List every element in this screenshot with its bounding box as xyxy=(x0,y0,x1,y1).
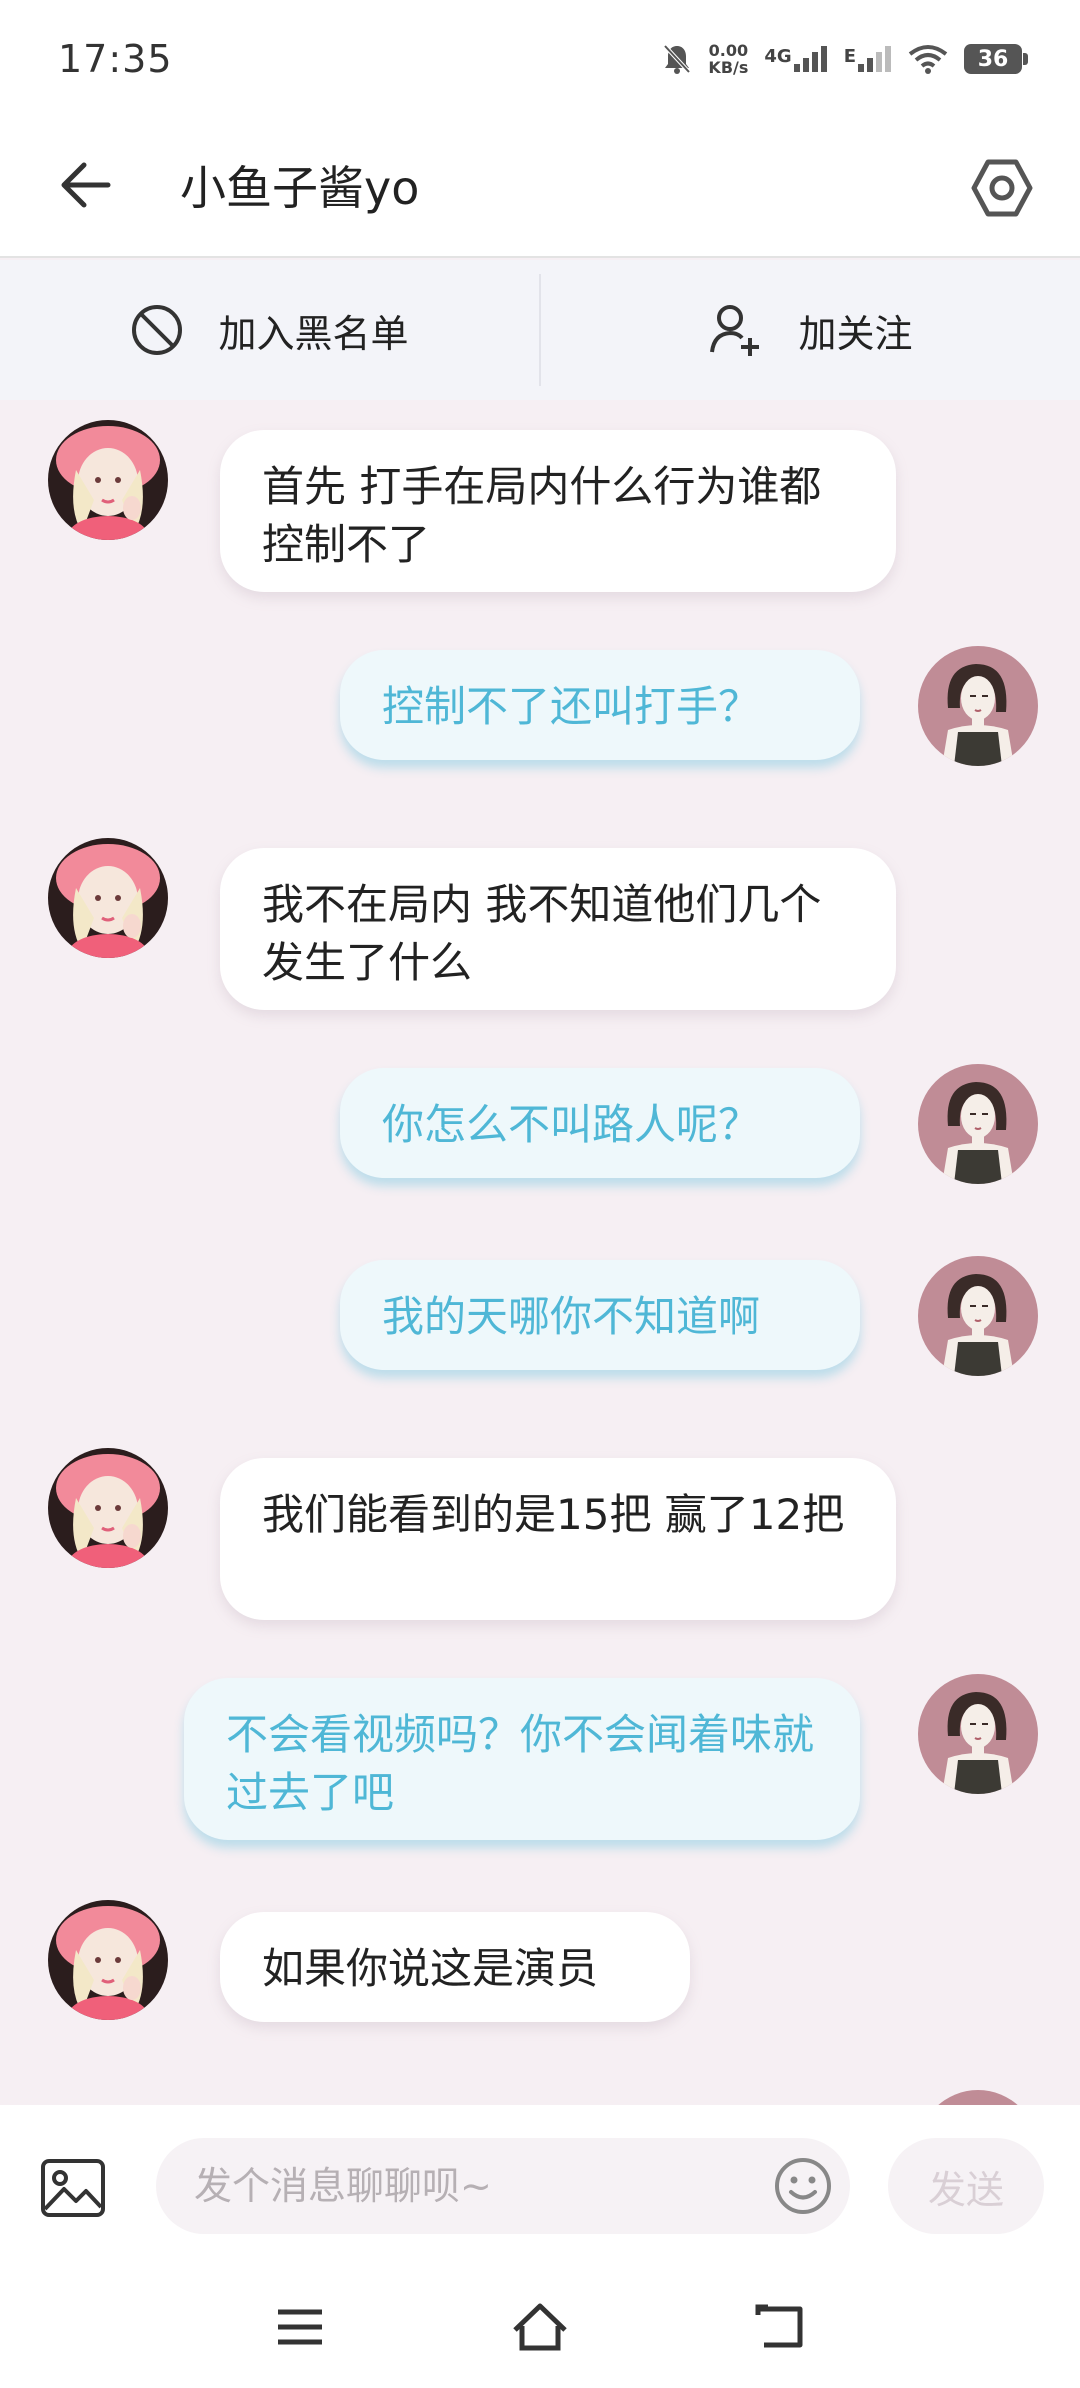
incoming-message[interactable]: 我们能看到的是15把 赢了12把 xyxy=(220,1458,896,1620)
nav-home-button[interactable] xyxy=(505,2297,575,2357)
back-button[interactable] xyxy=(50,150,120,220)
action-bar: 加入黑名单 加关注 xyxy=(0,260,1080,400)
user-avatar[interactable] xyxy=(918,1064,1038,1184)
chat-header: 小鱼子酱yo xyxy=(0,118,1080,258)
nav-back-button[interactable] xyxy=(745,2297,815,2357)
contact-avatar[interactable] xyxy=(48,1900,168,2020)
mute-bell-icon xyxy=(662,43,692,75)
net-speed: 0.00 KB/s xyxy=(708,42,748,76)
chat-screen: 17:35 0.00 KB/s 4G E 36 小鱼子酱yo 加入黑名单 加关注… xyxy=(0,0,1080,2388)
menu-icon xyxy=(278,2309,322,2345)
battery-icon: 36 xyxy=(964,44,1028,74)
status-icons: 0.00 KB/s 4G E 36 xyxy=(662,42,1028,76)
outgoing-message[interactable]: 控制不了还叫打手？ xyxy=(340,650,860,760)
contact-avatar[interactable] xyxy=(48,420,168,540)
home-icon xyxy=(513,2303,567,2351)
signal-e-label: E xyxy=(843,46,856,67)
emoji-button[interactable] xyxy=(772,2155,834,2217)
arrow-left-icon xyxy=(61,162,111,208)
image-icon xyxy=(41,2159,105,2217)
contact-avatar[interactable] xyxy=(48,1448,168,1568)
hexagon-settings-icon xyxy=(971,159,1033,217)
blacklist-label: 加入黑名单 xyxy=(218,311,409,356)
signal-4g-icon: 4G xyxy=(764,46,827,72)
user-avatar[interactable] xyxy=(918,2090,1038,2105)
image-button[interactable] xyxy=(38,2153,108,2223)
follow-label: 加关注 xyxy=(798,311,913,356)
block-icon xyxy=(132,305,183,355)
signal-e-icon: E xyxy=(844,46,892,72)
outgoing-message[interactable]: 我的天哪你不知道啊 xyxy=(340,1260,860,1370)
add-user-icon xyxy=(710,305,760,356)
settings-button[interactable] xyxy=(962,148,1042,228)
status-bar: 17:35 0.00 KB/s 4G E 36 xyxy=(0,0,1080,118)
incoming-message[interactable]: 我不在局内 我不知道他们几个发生了什么 xyxy=(220,848,896,1010)
incoming-message[interactable]: 首先 打手在局内什么行为谁都控制不了 xyxy=(220,430,896,592)
net-speed-unit: KB/s xyxy=(708,58,749,77)
contact-avatar[interactable] xyxy=(48,838,168,958)
wifi-icon xyxy=(908,44,948,74)
send-button[interactable]: 发送 xyxy=(888,2138,1044,2234)
user-avatar[interactable] xyxy=(918,1674,1038,1794)
nav-menu-button[interactable] xyxy=(265,2297,335,2357)
message-list[interactable]: 首先 打手在局内什么行为谁都控制不了 控制不了还叫打手？ 我不在局内 我不知道他… xyxy=(0,400,1080,2105)
message-input[interactable] xyxy=(156,2138,850,2234)
user-avatar[interactable] xyxy=(918,646,1038,766)
outgoing-message[interactable]: 不会看视频吗？你不会闻着味就过去了吧 xyxy=(184,1678,860,1840)
blacklist-button[interactable]: 加入黑名单 xyxy=(0,260,539,400)
back-icon xyxy=(755,2304,803,2348)
incoming-message[interactable]: 如果你说这是演员 xyxy=(220,1912,690,2022)
system-nav-bar xyxy=(0,2275,1080,2388)
user-avatar[interactable] xyxy=(918,1256,1038,1376)
net-speed-value: 0.00 xyxy=(708,41,749,60)
emoji-icon xyxy=(775,2158,831,2214)
status-time: 17:35 xyxy=(58,37,173,81)
page-title: 小鱼子酱yo xyxy=(180,161,420,215)
signal-4g-label: 4G xyxy=(764,46,792,67)
outgoing-message[interactable]: 你怎么不叫路人呢？ xyxy=(340,1068,860,1178)
follow-button[interactable]: 加关注 xyxy=(541,260,1080,400)
input-bar: 发送 xyxy=(0,2105,1080,2275)
